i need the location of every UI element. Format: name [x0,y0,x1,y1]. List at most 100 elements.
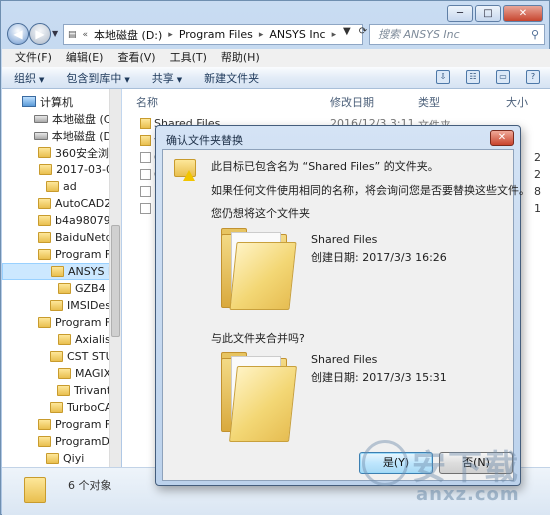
overflow-chevron-icon[interactable]: « [83,30,89,40]
nav-item[interactable]: BaiduNetdis [2,229,120,246]
drive-icon [33,131,48,140]
navigation-scrollbar[interactable] [109,89,121,467]
back-button[interactable]: ◀ [7,23,29,45]
nav-item[interactable]: AutoCAD201 [2,195,120,212]
nav-item[interactable]: 计算机 [2,93,120,110]
pc-icon [22,96,36,107]
breadcrumb-drive-d[interactable]: 本地磁盘 (D:) [94,27,162,43]
menu-tools[interactable]: 工具(T) [163,49,214,67]
existing-folder-date: 创建日期: 2017/3/3 16:26 [311,251,447,264]
nav-item[interactable]: TurboCAD [2,399,120,416]
search-input[interactable]: 搜索 ANSYS Inc ⚲ [369,24,545,45]
nav-item-label: MAGIX [75,367,112,380]
nav-item[interactable]: Program File [2,416,120,433]
menu-file[interactable]: 文件(F) [8,49,59,67]
search-icon[interactable]: ⚲ [531,25,539,44]
folder-icon [50,402,63,413]
folder-icon [58,283,71,294]
nav-item-label: GZB4 [75,282,106,295]
open-with-icon[interactable]: ⇩ [436,70,450,84]
nav-item[interactable]: MAGIX [2,365,120,382]
file-icon [140,152,151,163]
command-bar: 组织 ▼ 包含到库中 ▼ 共享 ▼ 新建文件夹 ⇩ ☷ ▭ ? [2,67,550,89]
nav-item-label: Axialis [75,333,111,346]
nav-item[interactable]: ad [2,178,120,195]
folder-icon [38,436,51,447]
minimize-button[interactable]: ─ [447,5,473,22]
dialog-title: 确认文件夹替换 [166,134,243,147]
view-options-icon[interactable]: ☷ [466,70,480,84]
folder-icon [58,368,71,379]
maximize-button[interactable]: □ [475,5,501,22]
nav-item[interactable]: 2017-03-02 [2,161,120,178]
folder-icon [38,249,51,260]
preview-pane-icon[interactable]: ▭ [496,70,510,84]
help-icon[interactable]: ? [526,70,540,84]
nav-item[interactable]: 本地磁盘 (D:) [2,127,120,144]
nav-item[interactable]: ANSYS Inc [2,263,120,280]
folder-icon [58,334,71,345]
search-placeholder: 搜索 ANSYS Inc [378,28,460,41]
nav-item[interactable]: 360安全浏览 [2,144,120,161]
column-headers: 名称 修改日期 类型 大小 [122,89,550,111]
include-in-library-button[interactable]: 包含到库中 ▼ [66,70,129,86]
share-button[interactable]: 共享 ▼ [152,70,182,86]
file-size: 2 [534,168,541,181]
column-size[interactable]: 大小 [506,94,528,110]
folder-icon [38,317,51,328]
yes-button[interactable]: 是(Y) [359,452,433,474]
nav-item[interactable]: CST STUD [2,348,120,365]
no-button[interactable]: 否(N) [439,452,513,474]
folder-icon [38,198,51,209]
dialog-question: 您仍想将这个文件夹 [211,207,310,220]
nav-item[interactable]: b4a9807975 [2,212,120,229]
dialog-message: 此目标已包含名为 “Shared Files” 的文件夹。 [211,160,439,173]
new-folder-button[interactable]: 新建文件夹 [204,70,259,86]
folder-icon [140,118,151,129]
forward-button[interactable]: ▶ [29,23,51,45]
column-type[interactable]: 类型 [418,94,440,110]
address-bar[interactable]: ▤ « 本地磁盘 (D:) ▸ Program Files ▸ ANSYS In… [63,24,363,45]
address-dropdown-icon[interactable]: ▼ [343,26,351,37]
nav-item[interactable]: Program File [2,314,120,331]
existing-folder-icon [221,228,301,314]
folder-icon: ▤ [68,29,77,40]
menu-bar: 文件(F) 编辑(E) 查看(V) 工具(T) 帮助(H) [2,49,550,67]
breadcrumb-program-files[interactable]: Program Files [179,28,253,41]
menu-edit[interactable]: 编辑(E) [59,49,111,67]
menu-help[interactable]: 帮助(H) [214,49,267,67]
nav-item[interactable]: ProgramDat [2,433,120,450]
refresh-icon[interactable]: ⟳ [359,26,367,37]
dialog-close-button[interactable]: ✕ [490,130,514,146]
merge-question: 与此文件夹合并吗? [211,332,305,345]
nav-item[interactable]: Axialis [2,331,120,348]
folder-icon [46,453,59,464]
breadcrumb-separator-icon[interactable]: ▸ [168,30,173,40]
chevron-down-icon: ▼ [39,75,45,84]
recent-pages-dropdown-icon[interactable]: ▼ [52,29,58,38]
folder-icon [56,385,70,396]
address-buttons: ▼ ⟳ [343,26,367,37]
nav-item[interactable]: Qiyi [2,450,120,467]
breadcrumb-separator-icon[interactable]: ▸ [259,30,264,40]
breadcrumb-separator-icon[interactable]: ▸ [332,30,337,40]
folder-icon [46,181,59,192]
chevron-down-icon: ▼ [124,75,130,84]
column-name[interactable]: 名称 [136,94,158,110]
folder-icon [51,266,64,277]
nav-item[interactable]: GZB4 [2,280,120,297]
nav-item[interactable]: Program File [2,246,120,263]
breadcrumb-ansys-inc[interactable]: ANSYS Inc [269,28,325,41]
scrollbar-thumb[interactable] [111,225,120,337]
nav-item[interactable]: Trivantis [2,382,120,399]
column-modified[interactable]: 修改日期 [330,94,374,110]
dialog-note: 如果任何文件使用相同的名称，将会询问您是否要替换这些文件。 [211,184,530,197]
confirm-folder-replace-dialog: 确认文件夹替换 ✕ 此目标已包含名为 “Shared Files” 的文件夹。 … [155,125,530,486]
nav-item[interactable]: 本地磁盘 (C:) [2,110,120,127]
nav-item[interactable]: IMSIDesig [2,297,120,314]
organize-button[interactable]: 组织 ▼ [14,70,44,86]
folder-icon [38,232,51,243]
navigation-pane[interactable]: 计算机 本地磁盘 (C:) 本地磁盘 (D:) 360安全浏览 2017-03-02 ad… [2,89,120,467]
menu-view[interactable]: 查看(V) [110,49,162,67]
close-window-button[interactable]: ✕ [503,5,543,22]
